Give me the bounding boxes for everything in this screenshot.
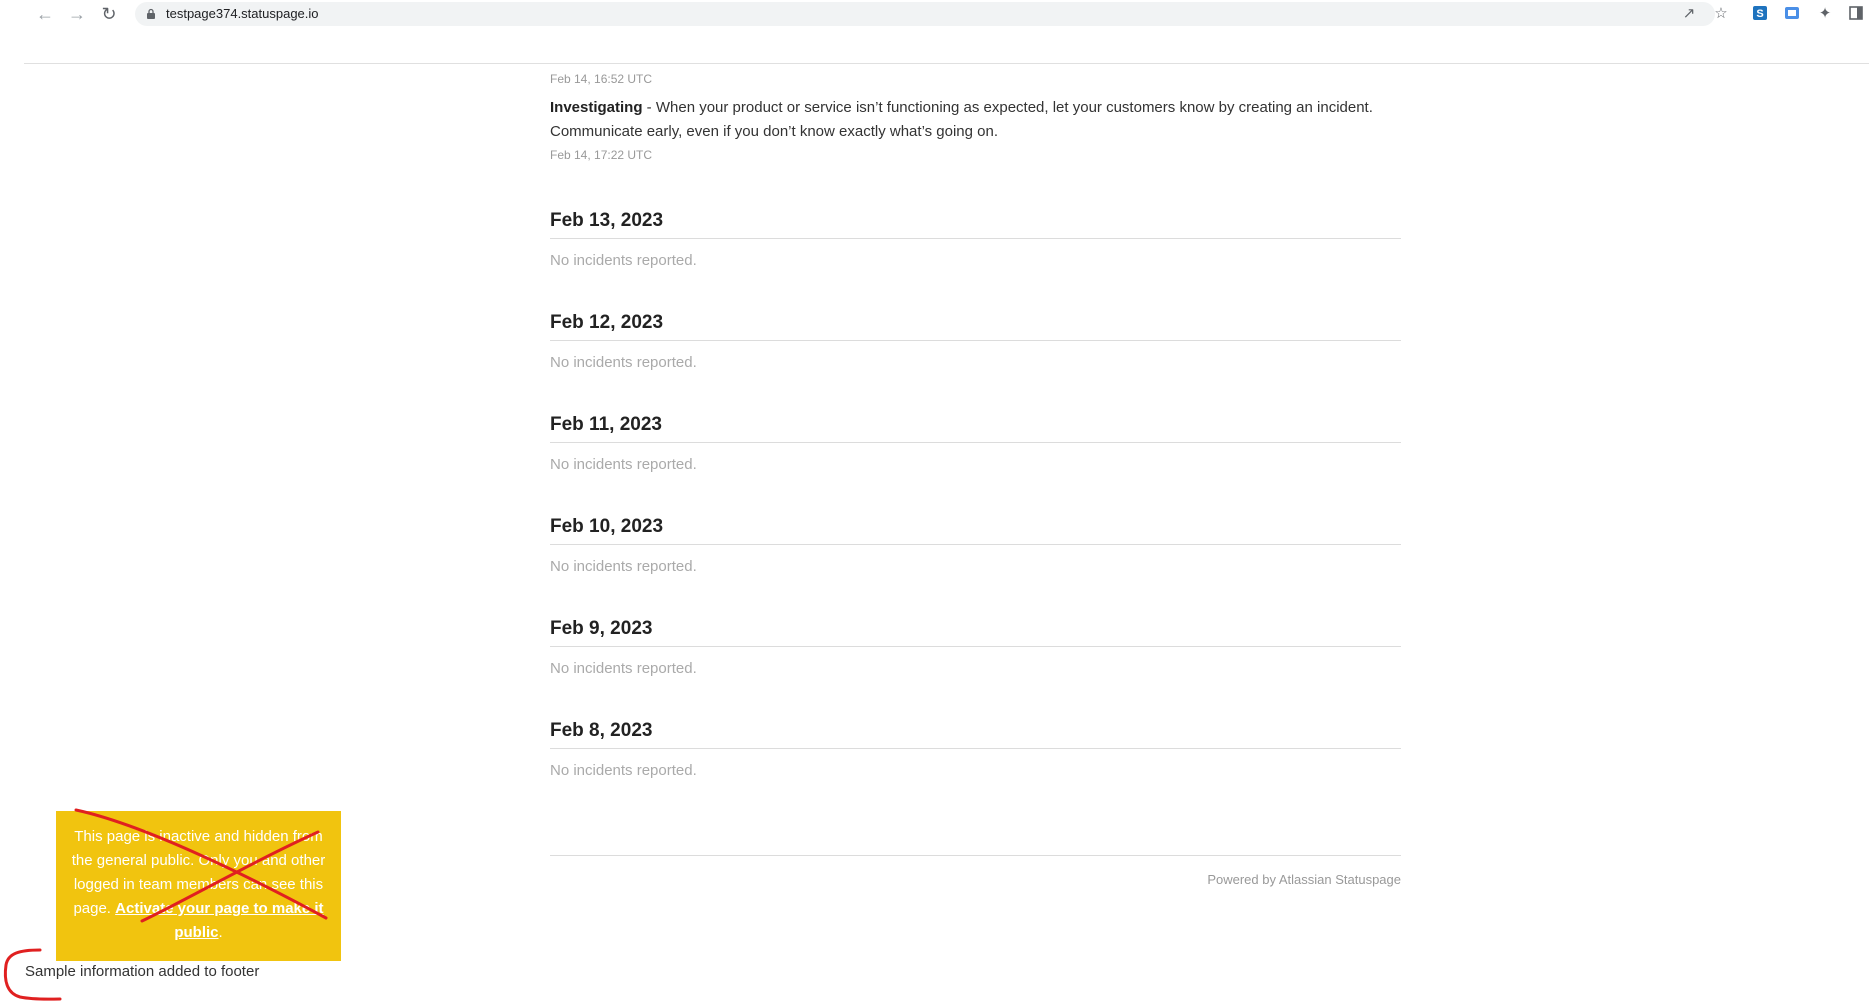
day-block: Feb 13, 2023 No incidents reported. xyxy=(550,210,1401,269)
powered-by-link[interactable]: Powered by Atlassian Statuspage xyxy=(1207,872,1401,887)
day-message: No incidents reported. xyxy=(550,456,697,473)
update-timestamp: Feb 14, 17:22 UTC xyxy=(550,148,653,162)
browser-toolbar: ← → ↻ testpage374.statuspage.io ↗ ☆ S ✦ xyxy=(0,0,1869,28)
incident-update: Investigating - When your product or ser… xyxy=(550,96,1401,144)
url-text[interactable]: testpage374.statuspage.io xyxy=(166,6,319,21)
day-message: No incidents reported. xyxy=(550,762,697,779)
day-date: Feb 9, 2023 xyxy=(550,618,1401,647)
day-block: Feb 12, 2023 No incidents reported. xyxy=(550,312,1401,371)
day-date: Feb 13, 2023 xyxy=(550,210,1401,239)
footer-divider xyxy=(550,855,1401,856)
back-icon[interactable]: ← xyxy=(35,4,55,24)
day-block: Feb 8, 2023 No incidents reported. xyxy=(550,720,1401,779)
banner-trailing: . xyxy=(218,924,223,941)
side-panel-icon[interactable] xyxy=(1848,5,1864,21)
update-separator: - xyxy=(642,99,656,116)
puzzle-extensions-icon[interactable]: ✦ xyxy=(1816,4,1834,22)
day-message: No incidents reported. xyxy=(550,354,697,371)
reload-icon[interactable]: ↻ xyxy=(99,4,119,24)
update-text: When your product or service isn’t funct… xyxy=(550,99,1373,140)
footer-sample-info: Sample information added to footer xyxy=(25,963,260,980)
day-date: Feb 8, 2023 xyxy=(550,720,1401,749)
day-date: Feb 10, 2023 xyxy=(550,516,1401,545)
day-message: No incidents reported. xyxy=(550,252,697,269)
day-block: Feb 11, 2023 No incidents reported. xyxy=(550,414,1401,473)
day-message: No incidents reported. xyxy=(550,558,697,575)
day-date: Feb 12, 2023 xyxy=(550,312,1401,341)
day-block: Feb 9, 2023 No incidents reported. xyxy=(550,618,1401,677)
svg-text:S: S xyxy=(1756,8,1763,20)
inactive-page-banner: This page is inactive and hidden from th… xyxy=(56,811,341,961)
extension-s-icon[interactable]: S xyxy=(1752,5,1768,21)
day-date: Feb 11, 2023 xyxy=(550,414,1401,443)
forward-icon[interactable]: → xyxy=(67,4,87,24)
bookmark-star-icon[interactable]: ☆ xyxy=(1712,4,1730,22)
lock-icon xyxy=(147,8,155,19)
incident-history: Feb 14, 16:52 UTC Investigating - When y… xyxy=(550,72,1401,779)
day-block: Feb 10, 2023 No incidents reported. xyxy=(550,516,1401,575)
header-divider xyxy=(24,63,1869,64)
extension-tab-icon[interactable] xyxy=(1784,5,1800,21)
incident-timestamp: Feb 14, 16:52 UTC xyxy=(550,72,653,86)
day-message: No incidents reported. xyxy=(550,660,697,677)
address-bar[interactable]: testpage374.statuspage.io xyxy=(135,2,1715,26)
share-icon[interactable]: ↗ xyxy=(1680,4,1698,22)
update-status: Investigating xyxy=(550,99,643,116)
